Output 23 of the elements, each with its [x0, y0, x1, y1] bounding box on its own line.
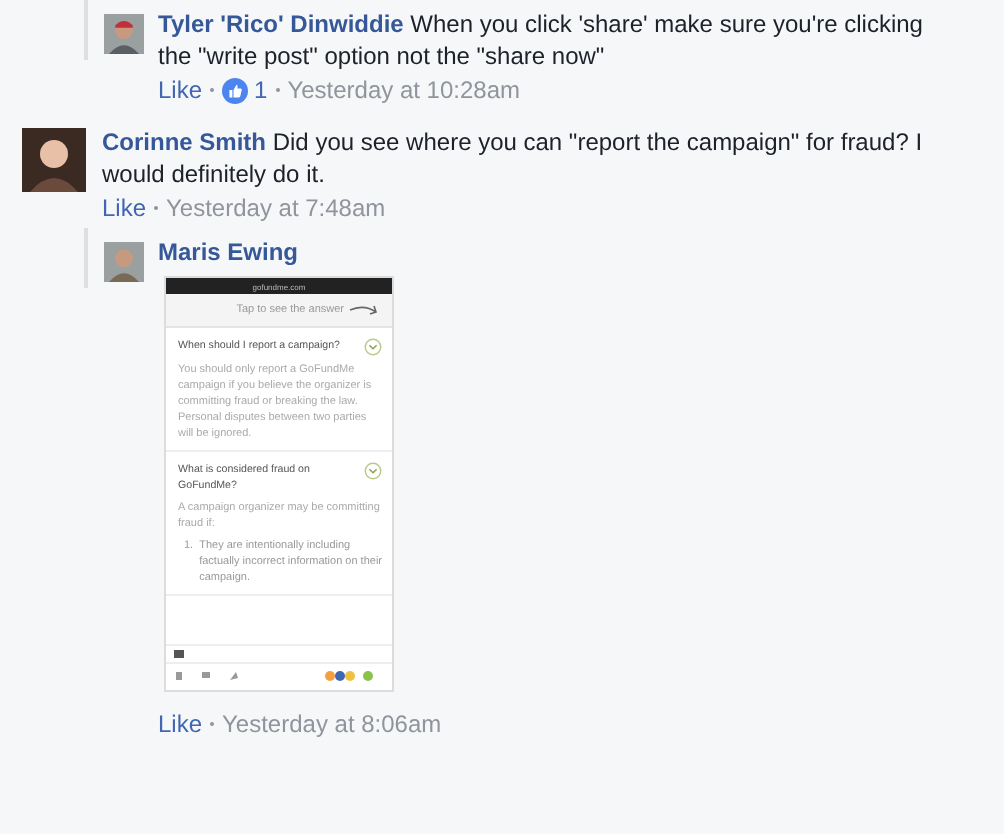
author-link[interactable]: Maris Ewing	[158, 236, 299, 268]
avatar[interactable]	[22, 128, 86, 192]
timestamp: Yesterday at 8:06am	[222, 708, 442, 740]
timestamp: Yesterday at 7:48am	[166, 192, 386, 224]
like-link[interactable]: Like	[158, 74, 203, 106]
timestamp: Yesterday at 10:28am	[287, 74, 521, 106]
separator-dot	[154, 206, 159, 210]
thumbs-up-icon	[222, 77, 249, 103]
separator-dot	[210, 88, 215, 92]
curved-arrow-icon	[348, 304, 380, 316]
comment-text: Corinne Smith Did you see where you can "report the campaign" for fraud? I would definitely do it.	[102, 126, 925, 190]
author-link[interactable]: Tyler 'Rico' Dinwiddie	[158, 10, 404, 38]
like-link[interactable]: Like	[102, 192, 147, 224]
separator-dot	[275, 88, 280, 92]
separator-dot	[210, 722, 215, 726]
comment-text: Tyler 'Rico' Dinwiddie When you click 'share' make sure you're clicking the "write post" option not the "share now"	[158, 8, 925, 72]
like-link[interactable]: Like	[158, 708, 203, 740]
chevron-icon[interactable]	[364, 338, 382, 356]
author-link[interactable]: Corinne Smith	[102, 128, 267, 156]
chevron-icon[interactable]	[364, 462, 382, 480]
screenshot-card[interactable]	[164, 276, 394, 692]
like-count: 1	[254, 74, 268, 106]
post-icon	[174, 650, 184, 658]
